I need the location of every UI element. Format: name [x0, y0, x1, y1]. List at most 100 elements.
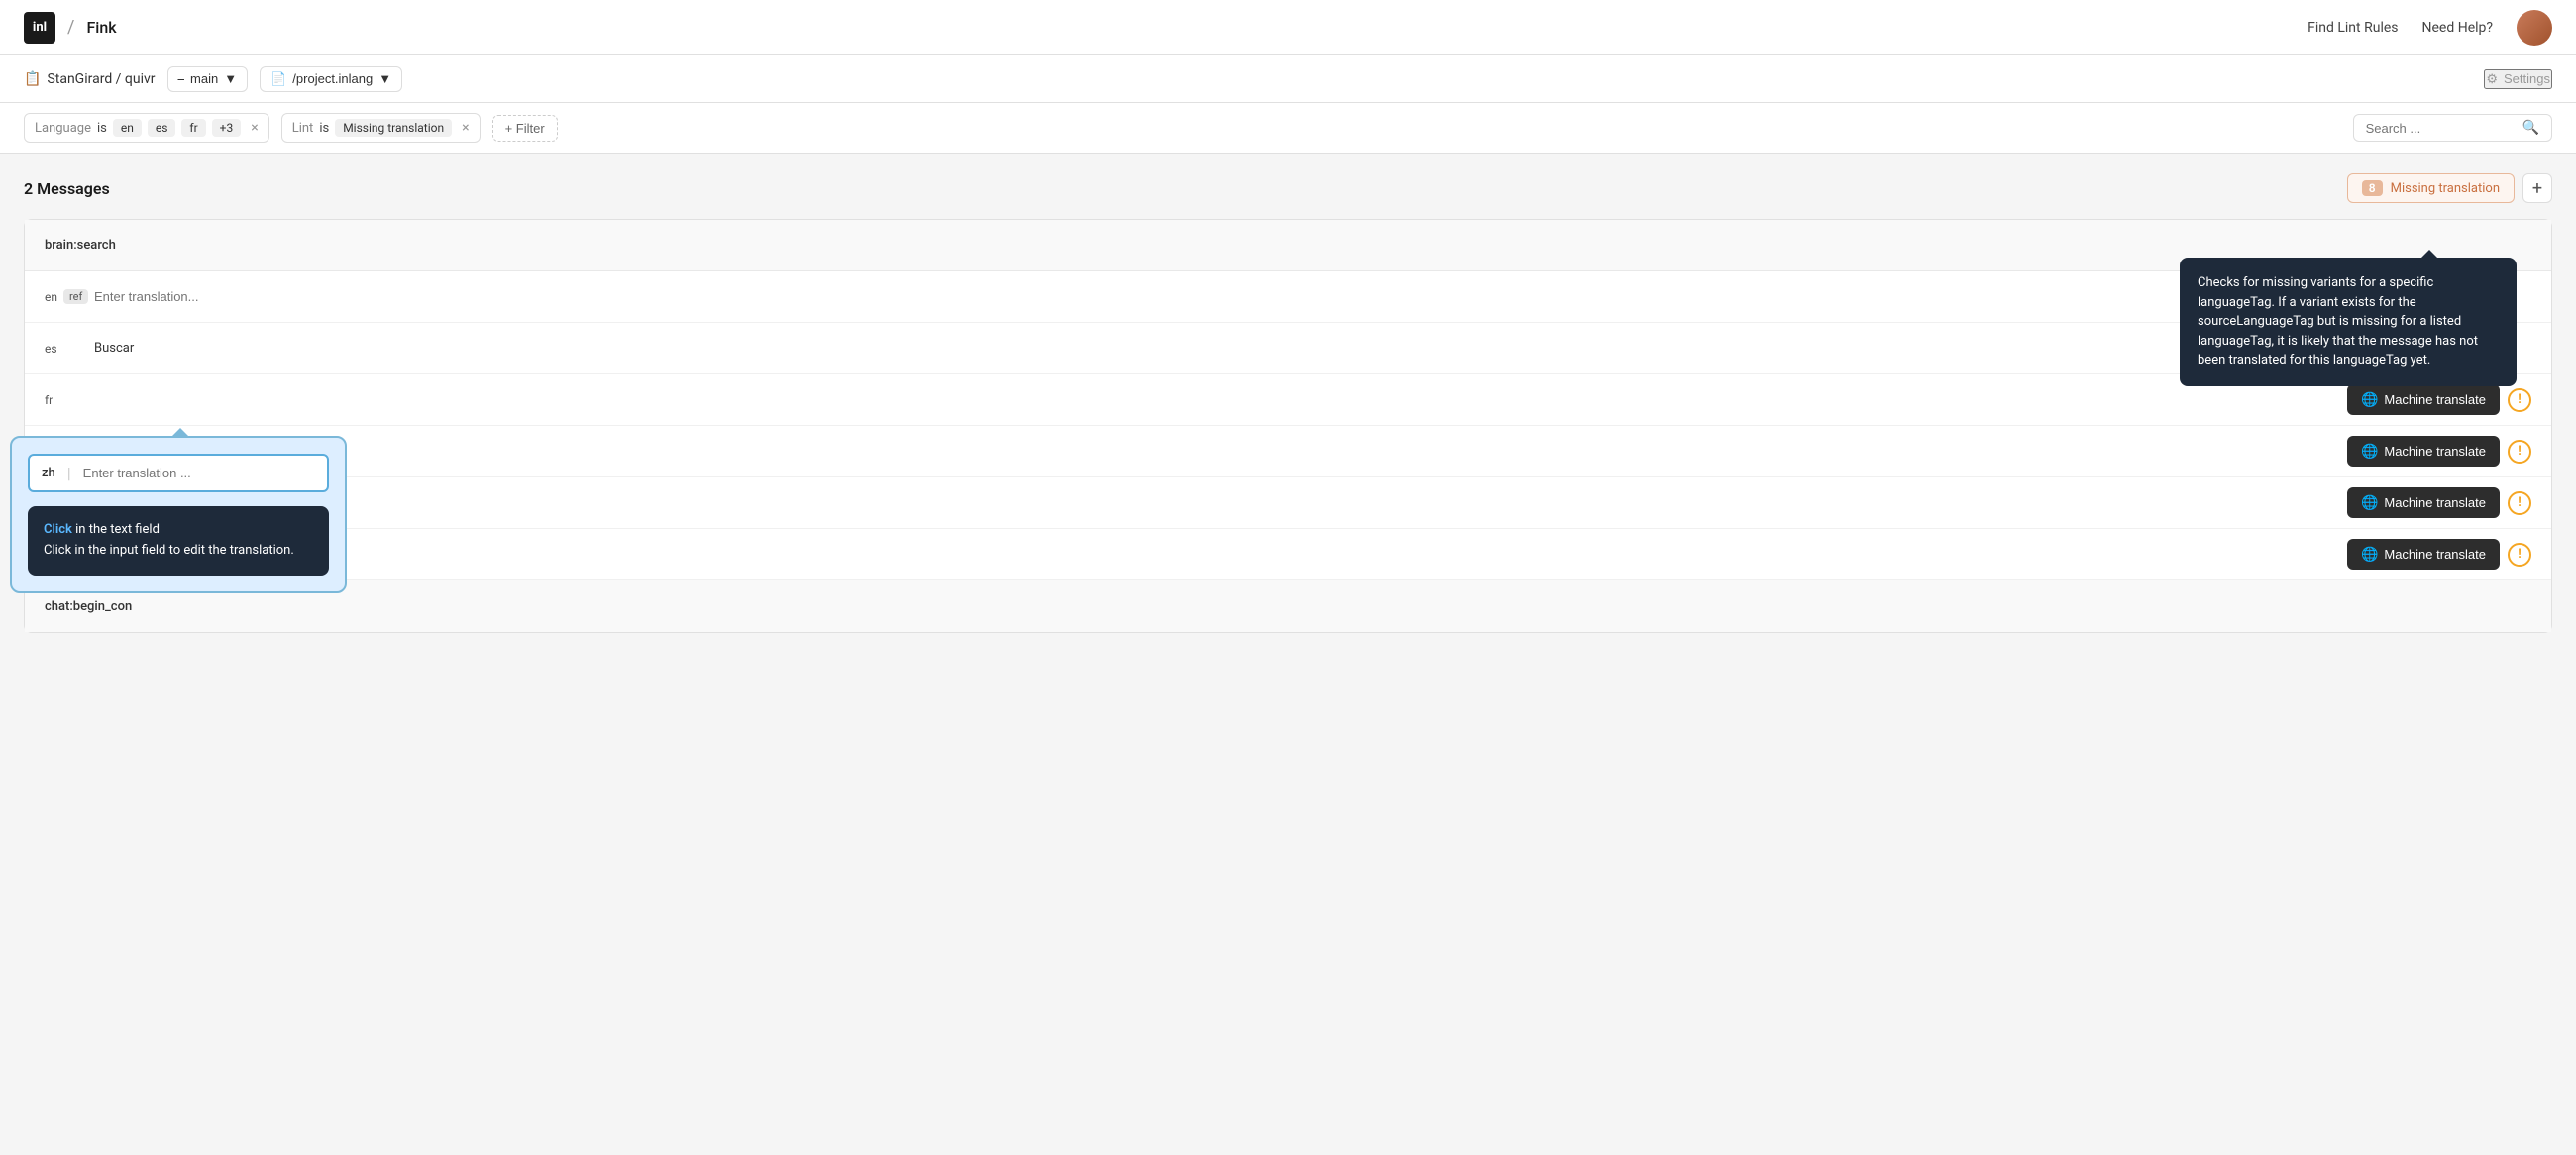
messages-header: 2 Messages 8 Missing translation +: [24, 173, 2552, 203]
app-name: Fink: [86, 18, 116, 37]
row-actions-zh-cn: 🌐 Machine translate !: [2347, 539, 2531, 570]
warning-icon-ru[interactable]: !: [2508, 491, 2531, 515]
messages-table: brain:search en ref es Buscar fr: [24, 219, 2552, 633]
machine-translate-label-zh-cn: Machine translate: [2384, 547, 2486, 562]
zh-lang-tag: zh: [42, 466, 55, 480]
warning-icon-pt-br[interactable]: !: [2508, 440, 2531, 464]
lang-code-en: en: [45, 290, 57, 304]
repo-bar-left: 📋 StanGirard / quivr ⎯ main ▼ 📄 /project…: [24, 66, 402, 92]
translation-row-es: es Buscar: [25, 323, 2551, 374]
translation-input-en[interactable]: [94, 289, 2531, 304]
search-box: 🔍: [2353, 114, 2552, 142]
warning-icon-fr[interactable]: !: [2508, 388, 2531, 412]
lang-es: es: [45, 342, 94, 356]
lint-filter: Lint is Missing translation ×: [281, 113, 481, 143]
translate-icon-fr: 🌐: [2361, 391, 2378, 408]
translation-row-en: en ref: [25, 271, 2551, 323]
nav-left: inl / Fink: [24, 12, 117, 44]
repo-icon: 📋: [24, 71, 41, 87]
branch-selector[interactable]: ⎯ main ▼: [167, 66, 249, 92]
ref-badge-en: ref: [63, 289, 88, 304]
lint-filter-close[interactable]: ×: [462, 120, 469, 136]
lang-tag-es[interactable]: es: [148, 119, 176, 137]
lang-code-es: es: [45, 342, 57, 356]
branch-chevron-icon: ▼: [224, 71, 237, 86]
translation-row-ru: ru 🌐 Machine translate !: [25, 477, 2551, 529]
nav-right: Find Lint Rules Need Help?: [2308, 10, 2552, 46]
zh-input-row: zh |: [28, 454, 329, 492]
badge-label: Missing translation: [2391, 181, 2500, 196]
zh-instruction-text: in the text field: [75, 522, 160, 537]
search-input[interactable]: [2366, 121, 2515, 136]
translation-row-pt-br: pt-br 🌐 Machine translate !: [25, 426, 2551, 477]
cursor-indicator: |: [67, 464, 71, 482]
row-actions-ru: 🌐 Machine translate !: [2347, 487, 2531, 518]
machine-translate-label-ru: Machine translate: [2384, 495, 2486, 510]
language-filter-label: Language: [35, 121, 91, 136]
machine-translate-zh-cn[interactable]: 🌐 Machine translate: [2347, 539, 2500, 570]
translate-icon-pt-br: 🌐: [2361, 443, 2378, 460]
repo-path: StanGirard / quivr: [47, 71, 155, 87]
message-id-chat-begin: chat:begin_con: [45, 599, 223, 614]
translation-row-zh-cn: zh-cn 🌐 Machine translate !: [25, 529, 2551, 580]
file-icon: 📄: [270, 71, 286, 87]
avatar[interactable]: [2517, 10, 2552, 46]
lint-filter-label: Lint: [292, 121, 314, 136]
row-actions-pt-br: 🌐 Machine translate !: [2347, 436, 2531, 467]
main-content: 2 Messages 8 Missing translation + Check…: [0, 154, 2576, 653]
badge-count: 8: [2362, 180, 2383, 196]
missing-translation-badge[interactable]: 8 Missing translation: [2347, 173, 2515, 203]
machine-translate-ru[interactable]: 🌐 Machine translate: [2347, 487, 2500, 518]
zh-tooltip-overlay: zh | Click in the text field Click in th…: [10, 436, 347, 593]
language-filter: Language is en es fr +3 ×: [24, 113, 269, 143]
translation-row-fr: fr 🌐 Machine translate !: [25, 374, 2551, 426]
file-chevron-icon: ▼: [378, 71, 391, 86]
translation-text-es: Buscar: [94, 341, 2531, 356]
lang-tag-more[interactable]: +3: [212, 119, 242, 137]
file-selector[interactable]: 📄 /project.inlang ▼: [260, 66, 402, 92]
lang-fr: fr: [45, 393, 94, 407]
language-filter-is: is: [97, 121, 107, 136]
machine-translate-label-fr: Machine translate: [2384, 392, 2486, 407]
lang-en: en ref: [45, 289, 94, 304]
branch-icon: ⎯: [178, 71, 185, 87]
nav-separator: /: [67, 17, 74, 38]
search-icon: 🔍: [2522, 120, 2539, 136]
machine-translate-fr[interactable]: 🌐 Machine translate: [2347, 384, 2500, 415]
lint-filter-value[interactable]: Missing translation: [335, 119, 452, 137]
warning-icon-zh-cn[interactable]: !: [2508, 543, 2531, 567]
missing-translation-tooltip: Checks for missing variants for a specif…: [2180, 258, 2517, 386]
need-help-link[interactable]: Need Help?: [2422, 20, 2494, 36]
find-lint-rules-link[interactable]: Find Lint Rules: [2308, 20, 2398, 36]
add-message-button[interactable]: +: [2522, 173, 2552, 203]
lang-tag-fr[interactable]: fr: [181, 119, 205, 137]
message-group-brain-search: brain:search: [25, 220, 2551, 271]
repo-bar: 📋 StanGirard / quivr ⎯ main ▼ 📄 /project…: [0, 55, 2576, 103]
settings-button[interactable]: ⚙ Settings: [2484, 69, 2552, 89]
settings-label: Settings: [2504, 71, 2550, 86]
zh-instruction-line1: Click in the text field: [44, 520, 313, 541]
inl-logo[interactable]: inl: [24, 12, 55, 44]
settings-icon: ⚙: [2486, 71, 2498, 87]
zh-tooltip-instruction: Click in the text field Click in the inp…: [28, 506, 329, 576]
repo-name: 📋 StanGirard / quivr: [24, 71, 156, 87]
lint-filter-is: is: [319, 121, 329, 136]
tooltip-missing-text: Checks for missing variants for a specif…: [2198, 275, 2478, 368]
translate-icon-zh-cn: 🌐: [2361, 546, 2378, 563]
lang-tag-en[interactable]: en: [113, 119, 142, 137]
row-actions-fr: 🌐 Machine translate !: [2347, 384, 2531, 415]
top-nav: inl / Fink Find Lint Rules Need Help?: [0, 0, 2576, 55]
translate-icon-ru: 🌐: [2361, 494, 2378, 511]
language-filter-close[interactable]: ×: [251, 120, 258, 136]
badge-group: 8 Missing translation +: [2347, 173, 2552, 203]
filter-bar: Language is en es fr +3 × Lint is Missin…: [0, 103, 2576, 154]
machine-translate-pt-br[interactable]: 🌐 Machine translate: [2347, 436, 2500, 467]
zh-translation-input[interactable]: [83, 466, 315, 480]
header-actions: 8 Missing translation +: [2347, 173, 2552, 203]
add-filter-button[interactable]: + Filter: [492, 115, 558, 142]
lang-code-fr: fr: [45, 393, 53, 407]
machine-translate-label-pt-br: Machine translate: [2384, 444, 2486, 459]
zh-instruction-detail: Click in the input field to edit the tra…: [44, 541, 313, 562]
message-id-brain-search: brain:search: [45, 238, 223, 253]
branch-label: main: [190, 71, 218, 86]
